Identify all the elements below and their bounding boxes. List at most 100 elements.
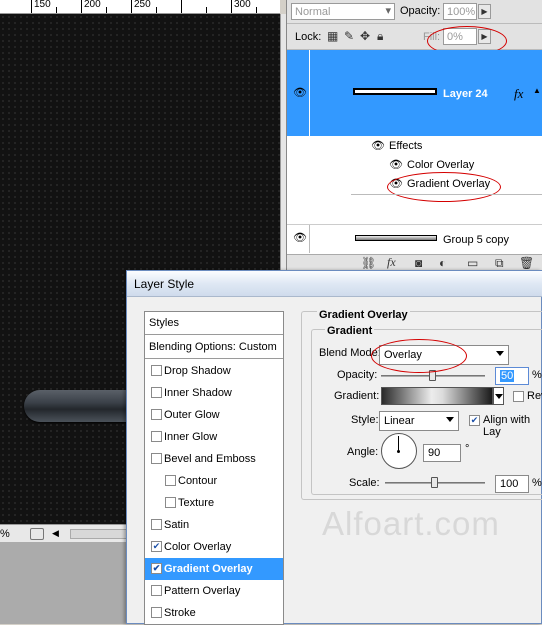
effect-row-color-overlay[interactable]: 👁︎ Color Overlay bbox=[287, 156, 542, 175]
dialog-title: Layer Style bbox=[134, 277, 195, 291]
style-item-stroke[interactable]: Stroke bbox=[145, 602, 283, 624]
style-checkbox[interactable] bbox=[151, 453, 162, 464]
style-value: Linear bbox=[384, 415, 415, 427]
style-item-texture[interactable]: Texture bbox=[145, 492, 283, 514]
style-item-label: Inner Glow bbox=[164, 431, 218, 443]
gradient-preview[interactable] bbox=[381, 387, 493, 405]
layer-thumbnail bbox=[353, 88, 437, 95]
effects-label: Effects bbox=[389, 140, 423, 152]
eye-icon[interactable]: 👁︎ bbox=[371, 139, 385, 152]
style-item-gradient-overlay[interactable]: ✔ Gradient Overlay bbox=[145, 558, 283, 580]
style-checkbox[interactable] bbox=[151, 387, 162, 398]
reverse-checkbox[interactable] bbox=[513, 391, 524, 402]
layer-blend-mode-dropdown[interactable]: Normal ▾ bbox=[291, 3, 395, 20]
align-with-layer-label: Align with Lay bbox=[483, 414, 531, 438]
style-item-contour[interactable]: Contour bbox=[145, 470, 283, 492]
angle-input[interactable]: 90 bbox=[423, 444, 461, 462]
style-checkbox[interactable] bbox=[151, 431, 162, 442]
angle-unit: ° bbox=[465, 443, 470, 455]
annotation-circle-gradient-overlay bbox=[387, 172, 501, 202]
style-item-satin[interactable]: Satin bbox=[145, 514, 283, 536]
scale-label: Scale: bbox=[349, 477, 380, 489]
blend-mode-value: Normal bbox=[295, 6, 331, 18]
style-item-drop-shadow[interactable]: Drop Shadow bbox=[145, 360, 283, 382]
style-checkbox[interactable] bbox=[151, 365, 162, 376]
style-checkbox[interactable] bbox=[165, 475, 176, 486]
align-with-layer-checkbox[interactable]: ✔ bbox=[469, 415, 480, 426]
annotation-circle-blend-mode bbox=[371, 339, 467, 373]
gradient-style-select[interactable]: Linear bbox=[379, 411, 459, 431]
chevron-down-icon bbox=[446, 417, 454, 422]
effects-header-row[interactable]: 👁︎ Effects bbox=[287, 136, 542, 156]
style-checkbox[interactable] bbox=[151, 585, 162, 596]
ruler-mark: 250 bbox=[134, 0, 151, 10]
ruler-mark: 300 bbox=[234, 0, 251, 10]
style-item-label: Outer Glow bbox=[164, 409, 220, 421]
scroll-left-arrow-icon[interactable]: ◀ bbox=[52, 528, 59, 539]
fx-icon: fx bbox=[514, 86, 524, 101]
style-checkbox[interactable] bbox=[151, 409, 162, 420]
chevron-down-icon bbox=[496, 351, 504, 356]
lock-label: Lock: bbox=[295, 31, 322, 43]
style-checkbox[interactable] bbox=[151, 607, 162, 618]
styles-header-label: Styles bbox=[149, 317, 179, 329]
chevron-down-icon: ▾ bbox=[385, 5, 391, 17]
link-layers-icon[interactable]: ⛓︎ bbox=[361, 256, 376, 270]
section-title: Gradient Overlay bbox=[317, 309, 410, 321]
opacity-arrow-icon[interactable]: ▶ bbox=[478, 4, 491, 19]
blending-options-item[interactable]: Blending Options: Custom bbox=[145, 336, 283, 358]
style-item-label: Inner Shadow bbox=[164, 387, 232, 399]
layer-row-group-5-copy[interactable]: 👁︎ Group 5 copy bbox=[287, 224, 542, 253]
lock-all-icon[interactable]: 🔒︎ bbox=[377, 29, 383, 43]
style-item-bevel-and-emboss[interactable]: Bevel and Emboss bbox=[145, 448, 283, 470]
opacity-label: Opacity: bbox=[337, 369, 378, 381]
style-checkbox[interactable] bbox=[165, 497, 176, 508]
angle-label: Angle: bbox=[347, 446, 379, 458]
angle-dial[interactable] bbox=[381, 433, 417, 469]
blending-options-label: Blending Options: Custom bbox=[149, 341, 277, 353]
style-item-pattern-overlay[interactable]: Pattern Overlay bbox=[145, 580, 283, 602]
scale-input[interactable]: 100 bbox=[495, 475, 529, 493]
watermark-logo: Alfoart.com bbox=[322, 505, 500, 542]
gradient-picker-button[interactable] bbox=[493, 387, 504, 405]
layer-style-dialog: Layer Style Styles Blending Options: Cus… bbox=[126, 270, 542, 625]
lock-brush-icon[interactable]: ✎ bbox=[344, 29, 354, 43]
lock-transparency-icon[interactable]: ▦ bbox=[327, 29, 338, 43]
eye-icon[interactable]: 👁︎ bbox=[293, 231, 307, 244]
dialog-title-bar[interactable]: Layer Style bbox=[127, 271, 542, 297]
style-checkbox[interactable]: ✔ bbox=[151, 541, 162, 552]
style-checkbox[interactable]: ✔ bbox=[151, 563, 162, 574]
style-item-inner-glow[interactable]: Inner Glow bbox=[145, 426, 283, 448]
scale-slider-knob[interactable] bbox=[431, 477, 438, 488]
adjustment-layer-icon[interactable]: ◐ bbox=[439, 256, 446, 270]
new-layer-icon[interactable]: ⧉ bbox=[495, 256, 504, 270]
new-group-icon[interactable]: ▭ bbox=[467, 256, 478, 270]
trash-icon[interactable]: 🗑︎ bbox=[519, 256, 534, 270]
lock-move-icon[interactable]: ✥ bbox=[360, 29, 370, 43]
gradient-label: Gradient: bbox=[334, 390, 380, 402]
style-item-outer-glow[interactable]: Outer Glow bbox=[145, 404, 283, 426]
add-style-icon[interactable]: fx bbox=[387, 255, 396, 269]
ruler-mark: 150 bbox=[34, 0, 51, 10]
style-label: Style: bbox=[351, 414, 379, 426]
gradient-group-title: Gradient bbox=[325, 325, 375, 337]
eye-icon[interactable]: 👁︎ bbox=[389, 158, 403, 171]
layer-name: Layer 24 bbox=[443, 88, 488, 100]
style-checkbox[interactable] bbox=[151, 519, 162, 530]
style-item-inner-shadow[interactable]: Inner Shadow bbox=[145, 382, 283, 404]
style-item-label: Pattern Overlay bbox=[164, 585, 241, 597]
style-item-label: Contour bbox=[178, 475, 218, 487]
layers-panel: Normal ▾ Opacity: 100% ▶ Lock: ▦ ✎ ✥ 🔒︎ F… bbox=[286, 0, 542, 272]
style-item-label: Satin bbox=[164, 519, 190, 531]
layer-thumbnail bbox=[355, 235, 437, 241]
opacity-input[interactable]: 50 bbox=[495, 367, 529, 385]
add-mask-icon[interactable]: ◙ bbox=[415, 256, 422, 270]
eye-icon[interactable]: 👁︎ bbox=[293, 86, 307, 99]
status-menu-icon[interactable] bbox=[30, 528, 44, 540]
layer-opacity-input[interactable]: 100% bbox=[443, 3, 477, 20]
layer-row-layer-24[interactable]: 👁︎ Layer 24 fx ▲ bbox=[287, 50, 542, 136]
styles-header[interactable]: Styles bbox=[145, 312, 283, 334]
collapse-effects-icon[interactable]: ▲ bbox=[533, 86, 541, 95]
style-item-color-overlay[interactable]: ✔ Color Overlay bbox=[145, 536, 283, 558]
layers-blend-bar: Normal ▾ Opacity: 100% ▶ bbox=[287, 0, 542, 24]
